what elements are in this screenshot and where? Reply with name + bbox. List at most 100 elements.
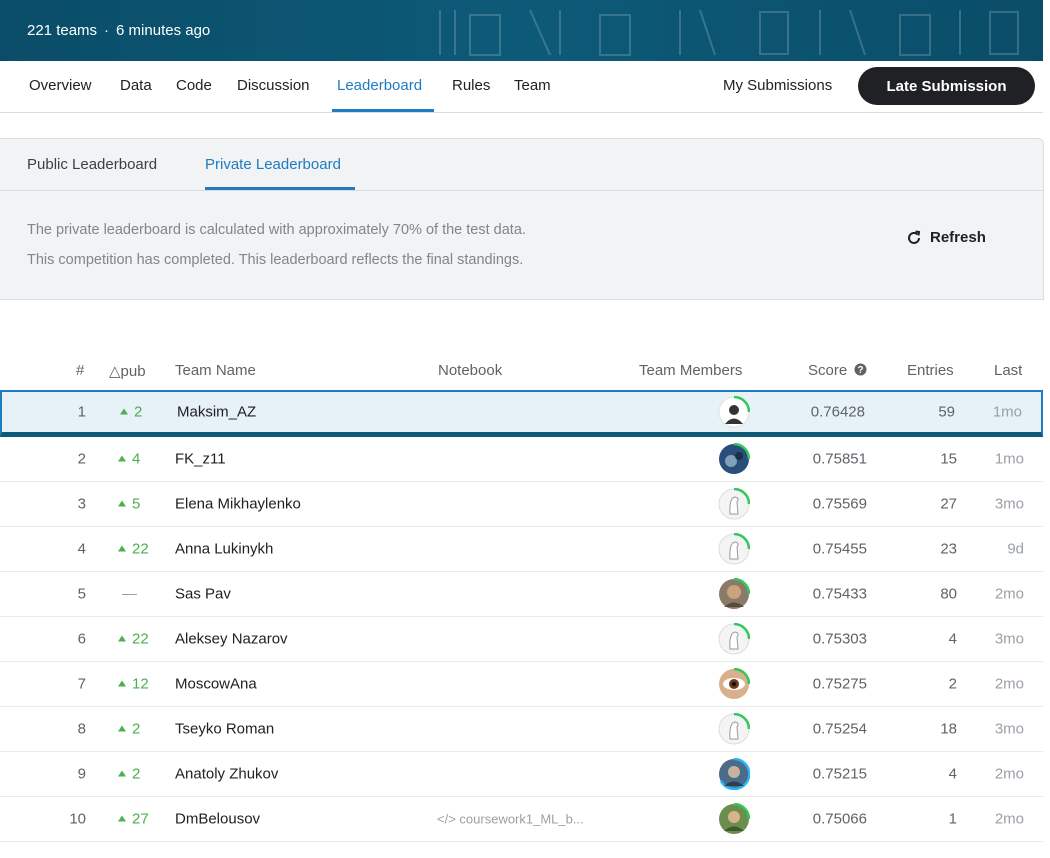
refresh-button[interactable]: Refresh — [906, 229, 986, 246]
entries: 23 — [940, 540, 957, 558]
tab-team[interactable]: Team — [514, 77, 551, 94]
table-row[interactable]: 2 4 FK_z11 0.75851 15 1mo — [0, 437, 1043, 482]
tab-discussion[interactable]: Discussion — [237, 77, 310, 94]
score: 0.75275 — [812, 675, 867, 693]
help-icon[interactable]: ? — [854, 363, 867, 376]
avatar[interactable] — [718, 532, 751, 565]
delta-pub: 4 — [118, 451, 140, 468]
tab-code[interactable]: Code — [176, 77, 212, 94]
delta-pub: 12 — [118, 676, 149, 693]
rank: 4 — [77, 540, 86, 558]
avatar[interactable] — [718, 667, 751, 700]
info-text-1: The private leaderboard is calculated wi… — [27, 222, 526, 238]
last-submission: 3mo — [994, 630, 1024, 648]
entries: 18 — [940, 720, 957, 738]
tab-rules[interactable]: Rules — [452, 77, 490, 94]
team-name[interactable]: Aleksey Nazarov — [175, 631, 288, 648]
score: 0.75455 — [812, 540, 867, 558]
team-name[interactable]: Sas Pav — [175, 586, 231, 603]
team-count: 221 teams — [27, 22, 98, 39]
header-entries[interactable]: Entries — [907, 362, 954, 379]
delta-pub: 2 — [120, 404, 142, 421]
table-row[interactable]: 6 22 Aleksey Nazarov 0.75303 4 3mo — [0, 617, 1043, 662]
table-header: # △pub Team Name Notebook Team Members S… — [0, 362, 1043, 382]
header-team-name[interactable]: Team Name — [175, 362, 256, 379]
rank: 8 — [77, 720, 86, 738]
delta-pub: 2 — [118, 721, 140, 738]
leaderboard-panel: Public Leaderboard Private Leaderboard T… — [0, 138, 1044, 300]
header-team-members: Team Members — [639, 362, 743, 379]
up-arrow-icon — [118, 545, 126, 552]
notebook-link[interactable]: </> coursework1_ML_b... — [437, 812, 584, 827]
table-row[interactable]: 3 5 Elena Mikhaylenko 0.75569 27 3mo — [0, 482, 1043, 527]
delta-pub: — — [122, 585, 137, 603]
header-delta[interactable]: △pub — [109, 362, 146, 380]
rank: 2 — [77, 450, 86, 468]
competition-banner: 221 teams · 6 minutes ago — [0, 0, 1043, 61]
last-submission: 2mo — [994, 765, 1024, 783]
rank: 3 — [77, 495, 86, 513]
entries: 59 — [938, 403, 955, 421]
score: 0.75215 — [812, 765, 867, 783]
avatar[interactable] — [718, 802, 751, 835]
table-row[interactable]: 1 2 Maksim_AZ 0.76428 59 1mo — [0, 390, 1043, 437]
team-name[interactable]: Tseyko Roman — [175, 721, 274, 738]
team-name[interactable]: MoscowAna — [175, 676, 257, 693]
table-row[interactable]: 10 27 DmBelousov </> coursework1_ML_b...… — [0, 797, 1043, 842]
avatar[interactable] — [718, 712, 751, 745]
last-submission: 2mo — [994, 585, 1024, 603]
table-row[interactable]: 5 — Sas Pav 0.75433 80 2mo — [0, 572, 1043, 617]
last-updated: 6 minutes ago — [116, 22, 211, 39]
entries: 1 — [948, 810, 957, 828]
header-notebook: Notebook — [438, 362, 503, 379]
table-row[interactable]: 9 2 Anatoly Zhukov 0.75215 4 2mo — [0, 752, 1043, 797]
score: 0.75851 — [812, 450, 867, 468]
table-row[interactable]: 7 12 MoscowAna 0.75275 2 2mo — [0, 662, 1043, 707]
delta-pub: 2 — [118, 766, 140, 783]
up-arrow-icon — [118, 635, 126, 642]
tab-overview[interactable]: Overview — [29, 77, 92, 94]
score: 0.76428 — [810, 403, 865, 421]
header-score[interactable]: Score ? — [808, 362, 867, 379]
header-last[interactable]: Last — [994, 362, 1022, 379]
avatar[interactable] — [718, 577, 751, 610]
tab-data[interactable]: Data — [120, 77, 152, 94]
rank: 9 — [77, 765, 86, 783]
last-submission: 1mo — [992, 403, 1022, 421]
header-rank[interactable]: # — [76, 362, 84, 379]
team-name[interactable]: FK_z11 — [175, 451, 226, 468]
header-score-label: Score — [808, 362, 848, 379]
team-name[interactable]: DmBelousov — [175, 811, 260, 828]
banner-summary: 221 teams · 6 minutes ago — [27, 22, 211, 39]
up-arrow-icon — [118, 500, 126, 507]
svg-text:?: ? — [858, 365, 864, 376]
score: 0.75433 — [812, 585, 867, 603]
avatar[interactable] — [718, 487, 751, 520]
avatar[interactable] — [718, 442, 751, 475]
tab-public-leaderboard[interactable]: Public Leaderboard — [27, 156, 157, 173]
up-arrow-icon — [118, 680, 126, 687]
team-name[interactable]: Elena Mikhaylenko — [175, 496, 301, 513]
team-name[interactable]: Maksim_AZ — [177, 404, 256, 421]
team-name[interactable]: Anna Lukinykh — [175, 541, 273, 558]
table-row[interactable]: 8 2 Tseyko Roman 0.75254 18 3mo — [0, 707, 1043, 752]
last-submission: 3mo — [994, 720, 1024, 738]
last-submission: 2mo — [994, 675, 1024, 693]
active-subtab-indicator — [205, 187, 355, 190]
avatar[interactable] — [718, 622, 751, 655]
table-row[interactable]: 4 22 Anna Lukinykh 0.75455 23 9d — [0, 527, 1043, 572]
late-submission-button[interactable]: Late Submission — [858, 67, 1035, 105]
score: 0.75254 — [812, 720, 867, 738]
avatar[interactable] — [718, 395, 751, 428]
avatar[interactable] — [718, 757, 751, 791]
tab-private-leaderboard[interactable]: Private Leaderboard — [205, 156, 341, 173]
entries: 27 — [940, 495, 957, 513]
last-submission: 3mo — [994, 495, 1024, 513]
delta-pub: 22 — [118, 631, 149, 648]
up-arrow-icon — [118, 725, 126, 732]
tab-leaderboard[interactable]: Leaderboard — [337, 77, 422, 94]
team-name[interactable]: Anatoly Zhukov — [175, 766, 278, 783]
entries: 2 — [948, 675, 957, 693]
my-submissions-link[interactable]: My Submissions — [723, 77, 832, 94]
entries: 80 — [940, 585, 957, 603]
